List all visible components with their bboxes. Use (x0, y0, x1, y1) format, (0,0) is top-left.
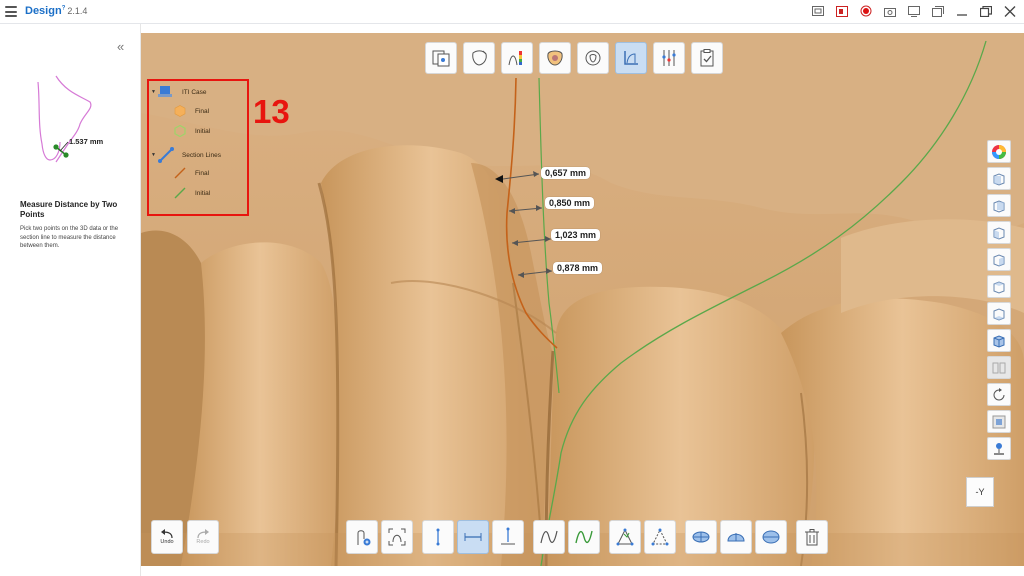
align-data-icon[interactable] (425, 42, 457, 74)
front-view-icon[interactable] (987, 167, 1011, 190)
app-title: Design? 2.1.4 (25, 5, 88, 17)
left-panel: « 1.537 mm Measure Distance by Two Point… (0, 24, 141, 576)
top-toolbar (425, 42, 723, 74)
left-view-icon[interactable] (987, 221, 1011, 244)
menu-icon[interactable] (5, 6, 17, 17)
legend-item-initial-line[interactable]: Initial (174, 187, 210, 199)
angle-icon[interactable] (609, 520, 641, 554)
split-view-icon (987, 356, 1011, 379)
legend-group-section-lines[interactable]: ▼ Section Lines (151, 147, 221, 163)
tooth-icon[interactable] (539, 42, 571, 74)
redo-button: Redo (187, 520, 219, 554)
measure-illustration-icon: 1.537 mm (37, 75, 104, 163)
right-view-icon[interactable] (987, 248, 1011, 271)
expand-arrow-icon[interactable]: ▼ (151, 152, 156, 158)
plane-area-icon[interactable] (755, 520, 787, 554)
measure-tools-icon[interactable] (653, 42, 685, 74)
final-line-icon (174, 167, 186, 179)
measurement-label[interactable]: 1,023 mm (551, 229, 601, 241)
initial-line-icon (174, 187, 186, 199)
video-icon[interactable] (834, 3, 850, 19)
legend-highlight-box: ▼ ITI Case Final Initial ▼ Section Lines… (147, 79, 249, 216)
iso-view-icon[interactable] (987, 329, 1011, 352)
checklist-icon[interactable] (691, 42, 723, 74)
section-lines-icon (157, 147, 174, 163)
tool-title: Measure Distance by Two Points (20, 200, 118, 219)
back-view-icon[interactable] (987, 194, 1011, 217)
expand-arrow-icon[interactable]: ▼ (151, 89, 156, 95)
tool-description: Pick two points on the 3D data or the se… (20, 226, 119, 249)
horizontal-distance-icon[interactable] (457, 520, 489, 554)
tool-illustration: 1.537 mm (20, 74, 120, 184)
rotate-model-icon[interactable] (577, 42, 609, 74)
section-frame-icon[interactable] (381, 520, 413, 554)
section-view-icon[interactable] (615, 42, 647, 74)
reset-rotation-icon[interactable] (987, 383, 1011, 406)
legend-item-final[interactable]: Final (174, 105, 209, 117)
right-toolbar (987, 140, 1011, 460)
vertical-distance-icon[interactable] (422, 520, 454, 554)
legend-group-iti-case[interactable]: ▼ ITI Case (151, 85, 207, 99)
legend-item-final-line[interactable]: Final (174, 167, 209, 179)
initial-hexagon-icon (174, 125, 186, 137)
step-annotation: 13 (253, 93, 290, 130)
fullscreen-icon[interactable] (906, 3, 922, 19)
record-icon[interactable] (858, 3, 874, 19)
redo-icon (197, 529, 209, 539)
pin-icon[interactable] (987, 437, 1011, 460)
minimize-icon[interactable] (954, 3, 970, 19)
add-section-icon[interactable] (346, 520, 378, 554)
final-hexagon-icon (174, 105, 186, 117)
title-bar: Design? 2.1.4 (0, 0, 1024, 24)
delete-icon[interactable] (796, 520, 828, 554)
curve-length-icon[interactable] (533, 520, 565, 554)
measurement-label[interactable]: 0,878 mm (553, 262, 603, 274)
case-icon (157, 86, 172, 97)
window-icon[interactable] (930, 3, 946, 19)
restore-icon[interactable] (978, 3, 994, 19)
bottom-view-icon[interactable] (987, 302, 1011, 325)
view-orientation-cube[interactable]: -Y (966, 477, 994, 507)
cross-area-icon[interactable] (720, 520, 752, 554)
color-map-icon[interactable] (501, 42, 533, 74)
svg-text:1.537 mm: 1.537 mm (69, 137, 104, 146)
collapse-panel-button[interactable]: « (117, 40, 124, 53)
area-icon[interactable] (685, 520, 717, 554)
screen-capture-icon[interactable] (810, 3, 826, 19)
measurement-label[interactable]: 0,657 mm (541, 167, 591, 179)
measurement-label[interactable]: 0,850 mm (545, 197, 595, 209)
bottom-toolbar (346, 520, 828, 554)
undo-icon (161, 529, 173, 539)
color-wheel-icon[interactable] (987, 140, 1011, 163)
deviation-icon[interactable] (463, 42, 495, 74)
transparency-icon[interactable] (987, 410, 1011, 433)
camera-icon[interactable] (882, 3, 898, 19)
legend-item-initial[interactable]: Initial (174, 125, 210, 137)
perpendicular-distance-icon[interactable] (492, 520, 524, 554)
app-version: 2.1.4 (67, 6, 88, 16)
close-icon[interactable] (1002, 3, 1018, 19)
top-view-icon[interactable] (987, 275, 1011, 298)
undo-redo-group: Undo Redo (151, 520, 219, 554)
3d-viewport[interactable]: 0,657 mm 0,850 mm 1,023 mm 0,878 mm ▼ IT… (141, 33, 1024, 566)
window-controls (810, 3, 1018, 19)
triangle-angle-icon[interactable] (644, 520, 676, 554)
curve-measure-icon[interactable] (568, 520, 600, 554)
undo-button[interactable]: Undo (151, 520, 183, 554)
